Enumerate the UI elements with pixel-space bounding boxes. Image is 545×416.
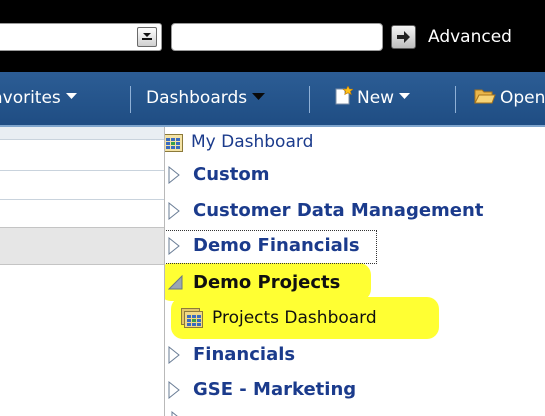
dashboard-grid-icon: [181, 308, 203, 328]
background-row: [0, 227, 164, 265]
triangle-right-icon: [168, 346, 180, 364]
chevron-down-icon[interactable]: [137, 27, 157, 47]
search-bar: Advanced: [0, 0, 545, 72]
arrow-right-icon[interactable]: [391, 25, 416, 49]
nav-favorites-label: Favorites: [0, 88, 61, 108]
background-row: [0, 170, 164, 200]
background-content-panel: [0, 127, 164, 416]
menu-item-label: Demo Projects: [193, 272, 341, 293]
folder-open-icon: [474, 89, 496, 104]
nav-dashboards-label: Dashboards: [146, 88, 248, 108]
menu-item-label: My Dashboard: [191, 132, 314, 152]
nav-divider: [455, 86, 456, 113]
nav-divider: [309, 86, 310, 113]
menu-item-label: Demo Financials: [193, 235, 360, 256]
caret-down-icon: [399, 93, 411, 99]
search-input[interactable]: [171, 23, 383, 51]
menu-item-label: Projects Dashboard: [212, 308, 377, 328]
nav-open-menu[interactable]: Open: [474, 72, 545, 125]
menu-item-label: Custom: [193, 164, 270, 185]
dashboard-grid-icon: [165, 134, 183, 152]
nav-favorites-menu[interactable]: Favorites: [0, 72, 77, 125]
menu-item-label: GSE - Marketing: [193, 379, 357, 400]
triangle-right-icon: [171, 411, 178, 416]
advanced-search-link[interactable]: Advanced: [428, 27, 512, 47]
new-document-icon: [335, 86, 353, 105]
nav-new-label: New: [357, 88, 395, 108]
menu-item-label: Financials: [193, 344, 296, 365]
search-scope-select[interactable]: [0, 23, 162, 51]
triangle-right-icon: [168, 202, 180, 220]
triangle-expanded-icon: [168, 275, 183, 290]
nav-dashboards-menu[interactable]: Dashboards: [146, 72, 266, 125]
triangle-right-icon: [168, 237, 180, 255]
triangle-right-icon: [168, 166, 180, 184]
nav-open-label: Open: [500, 88, 545, 108]
nav-new-menu[interactable]: New: [333, 72, 411, 125]
dashboards-dropdown-menu: My Dashboard Custom Customer Data Manage…: [164, 127, 545, 416]
nav-divider: [130, 86, 131, 113]
caret-down-icon: [65, 93, 77, 99]
background-row: [0, 127, 164, 140]
main-nav-bar: Favorites Dashboards New Open: [0, 72, 545, 127]
caret-down-icon: [252, 92, 266, 100]
triangle-right-icon: [168, 381, 180, 399]
menu-item-label: Customer Data Management: [193, 200, 484, 221]
